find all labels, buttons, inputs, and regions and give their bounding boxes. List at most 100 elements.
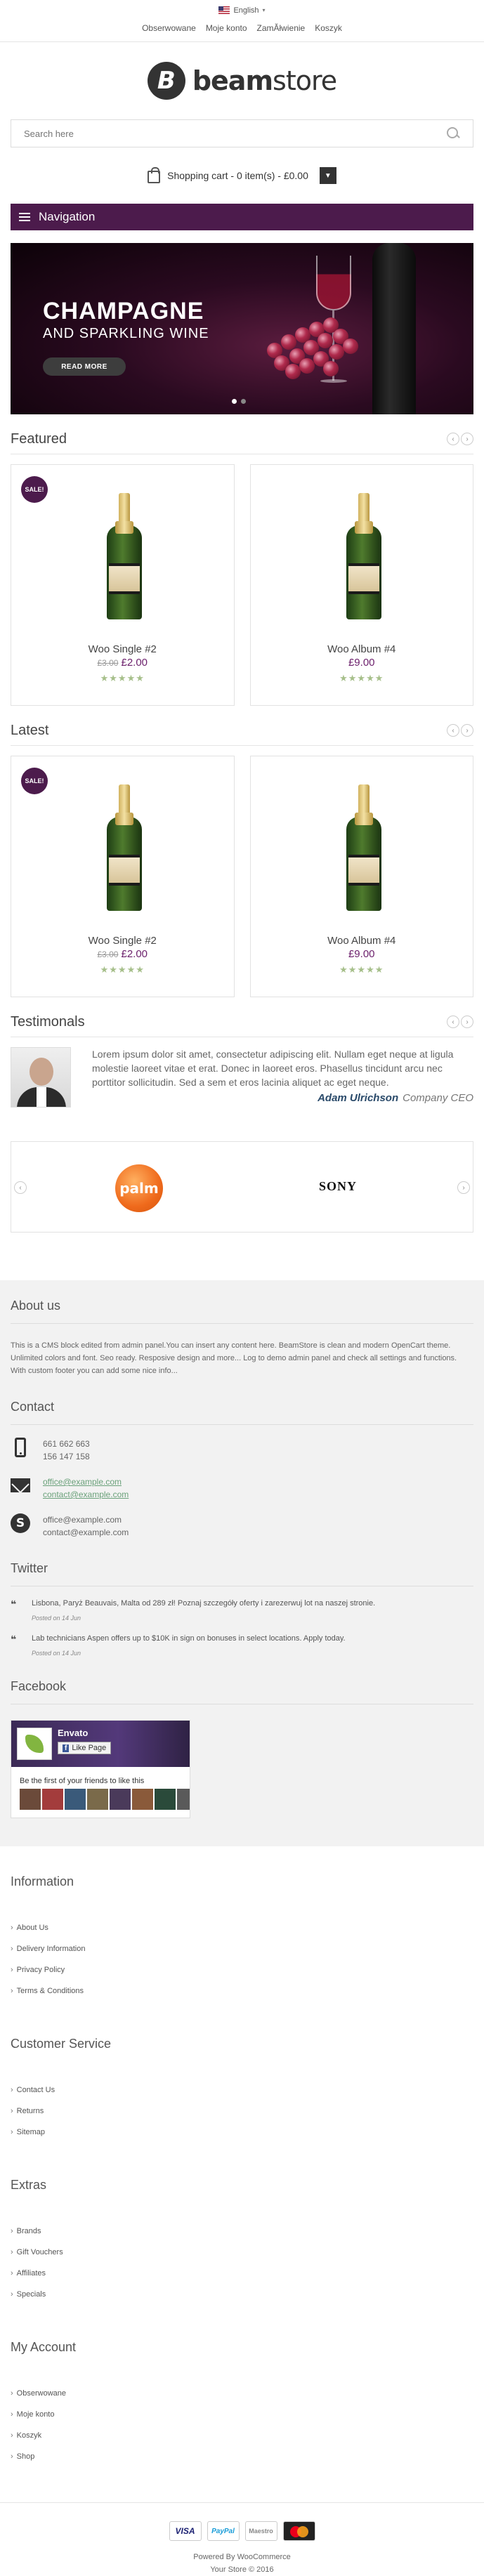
facebook-title: Facebook <box>11 1679 67 1693</box>
contact-skype: S office@example.com contact@example.com <box>11 1513 473 1539</box>
testimonial-author: Adam Ulrichson Company CEO <box>318 1092 473 1104</box>
language-selector[interactable]: English ▾ <box>218 6 266 15</box>
navigation-bar[interactable]: Navigation <box>11 204 473 230</box>
product-name[interactable]: Woo Single #2 <box>11 935 234 947</box>
prev-arrow-icon[interactable]: ‹ <box>447 433 459 445</box>
sale-badge: SALE! <box>21 476 48 503</box>
bottom-bar: VISA PayPal Maestro Powered By WooCommer… <box>0 2502 484 2576</box>
prev-arrow-icon[interactable]: ‹ <box>14 1181 27 1194</box>
caret-down-icon: ▾ <box>262 7 266 13</box>
read-more-button[interactable]: READ MORE <box>43 357 126 376</box>
prev-arrow-icon[interactable]: ‹ <box>447 724 459 737</box>
footer-link[interactable]: Specials <box>11 2284 473 2305</box>
footer-link[interactable]: Moje konto <box>11 2404 473 2425</box>
envelope-icon <box>11 1478 30 1492</box>
logo[interactable]: B beamstore <box>0 42 484 119</box>
palm-logo[interactable]: palm <box>115 1164 163 1212</box>
next-arrow-icon[interactable]: › <box>461 433 473 445</box>
extras-title: Extras <box>11 2178 47 2192</box>
facebook-friends-text: Be the first of your friends to like thi… <box>20 1777 145 1785</box>
phone-icon <box>15 1438 26 1457</box>
avatar <box>11 1047 71 1108</box>
facebook-widget[interactable]: Envato f Like Page Be the first of your f… <box>11 1720 190 1818</box>
testimonial-text: Lorem ipsum dolor sit amet, consectetur … <box>92 1049 454 1088</box>
my-account-title: My Account <box>11 2340 77 2354</box>
flag-icon <box>218 6 230 14</box>
language-label: English <box>233 6 259 15</box>
footer-link[interactable]: Contact Us <box>11 2079 473 2101</box>
quote-icon: ❝ <box>11 1634 17 1645</box>
champagne-bottle-image <box>107 784 142 911</box>
cart-label: Shopping cart - 0 item(s) - £0.00 <box>167 170 308 181</box>
product-card[interactable]: Woo Album #4 £9.00 ★★★★★ <box>249 756 473 997</box>
hero-banner[interactable]: CHAMPAGNE AND SPARKLING WINE READ MORE <box>11 243 473 414</box>
next-arrow-icon[interactable]: › <box>461 724 473 737</box>
sale-badge: SALE! <box>21 768 48 794</box>
search-bar <box>11 119 473 147</box>
product-card[interactable]: SALE! Woo Single #2 £3.00 £2.00 ★★★★★ <box>11 464 235 706</box>
footer-link[interactable]: Sitemap <box>11 2122 473 2143</box>
footer-link[interactable]: Brands <box>11 2221 473 2242</box>
slider-dots <box>232 399 246 404</box>
like-page-button[interactable]: f Like Page <box>58 1742 112 1754</box>
shopping-bag-icon <box>148 167 161 183</box>
search-icon[interactable] <box>446 126 460 140</box>
product-card[interactable]: Woo Album #4 £9.00 ★★★★★ <box>249 464 473 706</box>
footer-link[interactable]: Returns <box>11 2101 473 2122</box>
customer-service-title: Customer Service <box>11 2037 112 2051</box>
sony-logo[interactable]: SONY <box>319 1179 357 1194</box>
next-arrow-icon[interactable]: › <box>457 1181 470 1194</box>
banner-title: CHAMPAGNE <box>43 298 204 324</box>
cart-summary[interactable]: Shopping cart - 0 item(s) - £0.00 ▼ <box>0 147 484 204</box>
footer-link[interactable]: Terms & Conditions <box>11 1980 473 2002</box>
search-input[interactable] <box>24 128 417 139</box>
product-name[interactable]: Woo Album #4 <box>251 643 473 655</box>
navigation-label: Navigation <box>39 210 96 223</box>
slider-dot[interactable] <box>232 399 237 404</box>
facebook-page-name[interactable]: Envato <box>58 1728 88 1738</box>
footer-links: Information About Us Delivery Informatio… <box>0 1846 484 2467</box>
top-links: Obserwowane Moje konto ZamĂłwienie Koszy… <box>0 23 484 33</box>
banner-bottle <box>372 243 416 414</box>
product-name[interactable]: Woo Single #2 <box>11 643 234 655</box>
footer-link[interactable]: Delivery Information <box>11 1938 473 1959</box>
next-arrow-icon[interactable]: › <box>461 1016 473 1028</box>
slider-dot[interactable] <box>241 399 246 404</box>
email-link[interactable]: office@example.com <box>43 1477 122 1487</box>
prev-arrow-icon[interactable]: ‹ <box>447 1016 459 1028</box>
footer-link[interactable]: Gift Vouchers <box>11 2242 473 2263</box>
footer-link[interactable]: Shop <box>11 2446 473 2467</box>
product-price: £9.00 <box>348 657 375 669</box>
top-link-account[interactable]: Moje konto <box>206 23 247 33</box>
latest-products: SALE! Woo Single #2 £3.00 £2.00 ★★★★★ Woo… <box>0 756 484 997</box>
rating-stars: ★★★★★ <box>339 673 384 683</box>
champagne-bottle-image <box>346 784 381 911</box>
footer-link[interactable]: Affiliates <box>11 2263 473 2284</box>
email-link[interactable]: contact@example.com <box>43 1490 129 1499</box>
top-link-order[interactable]: ZamĂłwienie <box>257 23 306 33</box>
twitter-title: Twitter <box>11 1561 48 1575</box>
product-price: £9.00 <box>348 948 375 960</box>
footer-link[interactable]: About Us <box>11 1917 473 1938</box>
powered-by-text: Powered By WooCommerce <box>193 2553 291 2561</box>
footer-link[interactable]: Koszyk <box>11 2425 473 2446</box>
mastercard-icon <box>282 2521 315 2541</box>
product-card[interactable]: SALE! Woo Single #2 £3.00 £2.00 ★★★★★ <box>11 756 235 997</box>
featured-products: SALE! Woo Single #2 £3.00 £2.00 ★★★★★ Woo… <box>0 464 484 706</box>
latest-title: Latest <box>11 722 49 738</box>
logo-mark: B <box>147 62 185 100</box>
top-link-wishlist[interactable]: Obserwowane <box>142 23 196 33</box>
footer-link[interactable]: Obserwowane <box>11 2383 473 2404</box>
product-name[interactable]: Woo Album #4 <box>251 935 473 947</box>
payment-methods: VISA PayPal Maestro <box>0 2521 484 2541</box>
banner-subtitle: AND SPARKLING WINE <box>43 326 209 341</box>
footer-link[interactable]: Privacy Policy <box>11 1959 473 1980</box>
visa-icon: VISA <box>169 2521 202 2541</box>
top-link-cart[interactable]: Koszyk <box>315 23 342 33</box>
cart-dropdown-button[interactable]: ▼ <box>319 167 336 184</box>
friend-avatars <box>20 1789 190 1810</box>
menu-icon <box>19 213 30 221</box>
brand-carousel: ‹ palm SONY › <box>11 1141 473 1233</box>
quote-icon: ❝ <box>11 1599 17 1610</box>
testimonials-title: Testimonals <box>11 1013 85 1030</box>
